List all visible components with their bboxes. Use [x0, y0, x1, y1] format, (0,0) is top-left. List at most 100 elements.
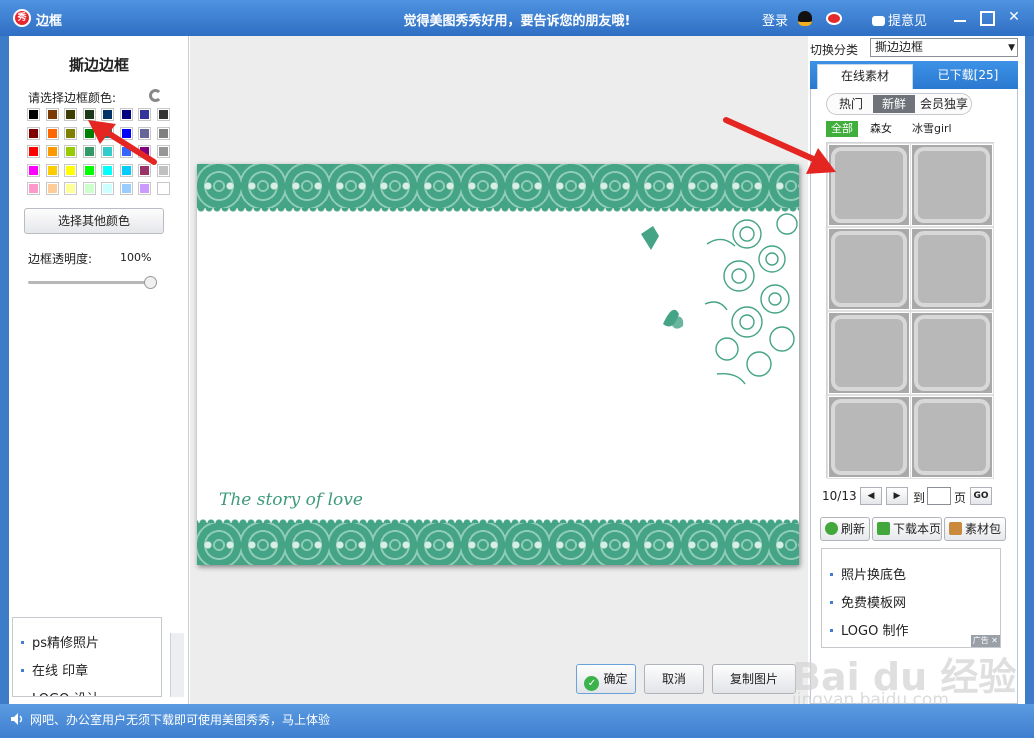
color-swatch[interactable] — [45, 163, 59, 177]
red-arrow-left — [88, 120, 157, 165]
color-swatch[interactable] — [45, 126, 59, 140]
border-thumbnail[interactable] — [827, 395, 911, 479]
border-thumbnail[interactable] — [827, 143, 911, 227]
color-swatch[interactable] — [45, 145, 59, 158]
material-pack-button[interactable]: 素材包 — [944, 517, 1006, 541]
lace-border-bottom — [197, 523, 799, 565]
rose-decoration — [641, 213, 798, 385]
right-panel: 切换分类 撕边边框 在线素材 已下载[25] 热门 新鲜 会员独享 全部 森女 … — [808, 36, 1025, 704]
color-swatch[interactable] — [156, 182, 170, 195]
page-indicator: 10/13 — [822, 489, 857, 503]
border-thumbnail[interactable] — [910, 227, 994, 311]
border-type-title: 撕边边框 — [68, 56, 129, 74]
thumbnail-grid — [826, 142, 994, 479]
download-icon — [877, 522, 890, 535]
color-swatch[interactable] — [138, 182, 151, 195]
minimize-button[interactable] — [952, 9, 968, 25]
color-swatch[interactable] — [27, 108, 40, 121]
border-thumbnail[interactable] — [910, 395, 994, 479]
border-thumbnail[interactable] — [827, 227, 911, 311]
color-swatch[interactable] — [64, 145, 77, 158]
download-page-label: 下载本页 — [893, 522, 942, 536]
package-icon — [949, 522, 962, 535]
refresh-button[interactable]: 刷新 — [820, 517, 870, 541]
slogan-text[interactable]: 觉得美图秀秀好用，要告诉您的朋友哦! — [404, 14, 631, 29]
ad-scrollbar[interactable] — [170, 633, 184, 697]
color-swatch[interactable] — [27, 126, 40, 140]
page-label: 页 — [954, 491, 967, 505]
reset-color-icon[interactable] — [149, 89, 162, 102]
color-swatch[interactable] — [156, 145, 170, 158]
color-swatch[interactable] — [64, 163, 77, 177]
more-colors-button[interactable]: 选择其他颜色 — [24, 208, 164, 234]
weibo-icon[interactable] — [826, 12, 842, 25]
material-pack-label: 素材包 — [965, 522, 1002, 536]
subtab-new[interactable]: 新鲜 — [873, 95, 915, 113]
feedback-label: 提意见 — [888, 14, 928, 29]
login-link[interactable]: 登录 — [762, 10, 788, 29]
copy-image-button[interactable]: 复制图片 — [712, 664, 796, 694]
color-swatch[interactable] — [64, 182, 77, 195]
color-swatch[interactable] — [156, 163, 170, 177]
app-logo-icon: 秀 — [13, 9, 31, 27]
filter-snow-girl[interactable]: 冰雪girl — [912, 121, 952, 137]
material-tabs: 在线素材 已下载[25] — [810, 61, 1018, 89]
speaker-icon — [11, 713, 23, 725]
color-swatch[interactable] — [27, 163, 40, 177]
next-page-button[interactable]: ▶ — [886, 487, 908, 505]
color-swatch[interactable] — [101, 182, 114, 195]
color-swatch[interactable] — [27, 145, 40, 158]
subtab-hot[interactable]: 热门 — [830, 95, 872, 113]
color-swatch[interactable] — [64, 126, 77, 140]
confirm-button[interactable]: ✓ 确定 — [576, 664, 636, 694]
opacity-slider-track[interactable] — [28, 281, 152, 284]
border-thumbnail[interactable] — [910, 143, 994, 227]
close-button[interactable]: ✕ — [1006, 9, 1022, 25]
tab-online-material[interactable]: 在线素材 — [817, 64, 913, 89]
ad-link[interactable]: LOGO 制作 — [830, 620, 908, 639]
color-swatch[interactable] — [119, 182, 133, 195]
opacity-value: 100% — [120, 251, 152, 264]
lace-border-top — [197, 164, 799, 208]
ad-link[interactable]: LOGO 设计 — [21, 688, 99, 696]
color-swatch[interactable] — [156, 108, 170, 121]
photo-preview: The story of love — [197, 164, 799, 565]
caption-text: The story of love — [219, 490, 363, 510]
lace-edge-bottom — [197, 517, 799, 523]
opacity-slider-thumb[interactable] — [144, 276, 157, 289]
color-swatch[interactable] — [156, 126, 170, 140]
right-ad-box: 照片换底色 免费模板网 LOGO 制作 广告 ✕ — [821, 548, 1001, 648]
check-icon: ✓ — [584, 676, 600, 691]
go-button[interactable]: GO — [970, 487, 992, 505]
confirm-label: 确定 — [603, 672, 628, 686]
ad-link[interactable]: 在线 印章 — [21, 660, 88, 679]
border-thumbnail[interactable] — [910, 311, 994, 395]
ad-link[interactable]: ps精修照片 — [21, 632, 99, 651]
red-arrow-right — [723, 117, 836, 174]
prev-page-button[interactable]: ◀ — [860, 487, 882, 505]
page-number-input[interactable] — [927, 487, 951, 505]
border-thumbnail[interactable] — [827, 311, 911, 395]
status-bar: 网吧、办公室用户无须下载即可使用美图秀秀，马上体验 — [0, 704, 1034, 738]
color-swatch[interactable] — [45, 182, 59, 195]
cancel-button[interactable]: 取消 — [644, 664, 704, 694]
feedback-button[interactable]: 提意见 — [872, 10, 927, 29]
color-swatch[interactable] — [27, 182, 40, 195]
ad-link[interactable]: 照片换底色 — [830, 564, 906, 583]
maximize-button[interactable] — [978, 9, 995, 26]
filter-forest[interactable]: 森女 — [870, 121, 892, 137]
subtab-vip[interactable]: 会员独享 — [917, 95, 971, 113]
goto-label: 到 — [913, 491, 926, 505]
download-page-button[interactable]: 下载本页 — [872, 517, 942, 541]
color-swatch[interactable] — [64, 108, 77, 121]
tab-downloaded[interactable]: 已下载[25] — [918, 64, 1018, 89]
status-promo-text[interactable]: 网吧、办公室用户无须下载即可使用美图秀秀，马上体验 — [30, 711, 330, 728]
ad-link[interactable]: 免费模板网 — [830, 592, 906, 611]
category-label: 切换分类 — [810, 43, 859, 57]
qq-icon[interactable] — [798, 11, 812, 26]
chat-bubble-icon — [872, 16, 885, 26]
category-select[interactable]: 撕边边框 — [870, 38, 1018, 57]
color-swatch[interactable] — [45, 108, 59, 121]
color-swatch[interactable] — [82, 182, 96, 195]
sort-subtabs: 热门 新鲜 会员独享 — [826, 93, 972, 115]
